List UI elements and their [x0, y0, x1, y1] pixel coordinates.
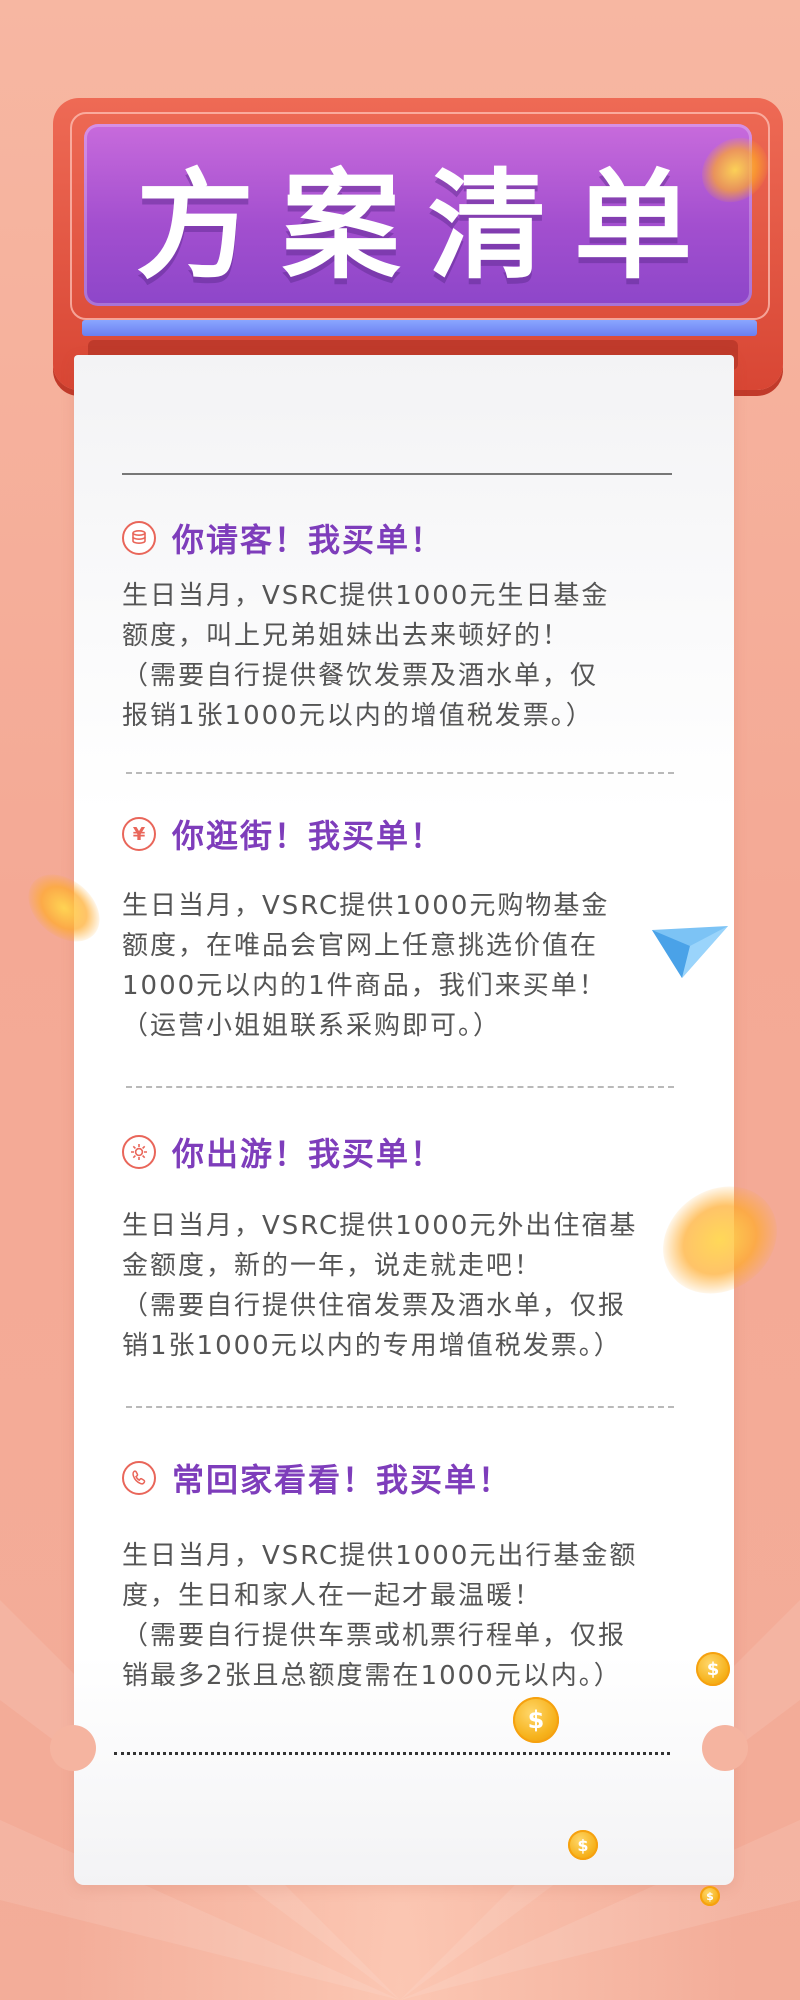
paper-plane-icon	[652, 926, 728, 978]
yen-icon: ¥	[122, 817, 156, 851]
coin-icon: $	[696, 1652, 730, 1686]
section-home: 常回家看看！我买单！ 生日当月，VSRC提供1000元出行基金额 度，生日和家人…	[122, 1456, 702, 1696]
section-treat: 你请客！我买单！ 生日当月，VSRC提供1000元生日基金 额度，叫上兄弟姐妹出…	[122, 516, 702, 736]
body-line: （需要自行提供餐饮发票及酒水单，仅	[122, 661, 599, 691]
section-body: 生日当月，VSRC提供1000元生日基金 额度，叫上兄弟姐妹出去来顿好的！ （需…	[122, 576, 702, 736]
section-title: 你请客！我买单！	[172, 521, 445, 559]
coin-icon: $	[513, 1697, 559, 1743]
section-shopping: ¥ 你逛街！我买单！ 生日当月，VSRC提供1000元购物基金 额度，在唯品会官…	[122, 812, 702, 1046]
section-divider	[126, 1086, 674, 1088]
section-title: 常回家看看！我买单！	[172, 1461, 513, 1499]
section-divider	[126, 772, 674, 774]
sun-icon	[122, 1135, 156, 1169]
title-underline-bar	[82, 320, 757, 336]
body-line: 生日当月，VSRC提供1000元出行基金额	[122, 1541, 638, 1571]
body-line: 销1张1000元以内的专用增值税发票。）	[122, 1331, 622, 1361]
phone-icon	[122, 1461, 156, 1495]
body-line: 报销1张1000元以内的增值税发票。）	[122, 701, 594, 731]
scroll-notch-right	[702, 1725, 748, 1771]
bottom-divider	[114, 1752, 670, 1755]
section-title: 你出游！我买单！	[172, 1135, 445, 1173]
body-line: 生日当月，VSRC提供1000元外出住宿基	[122, 1211, 638, 1241]
body-line: 金额度，新的一年，说走就走吧！	[122, 1251, 543, 1281]
body-line: （需要自行提供住宿发票及酒水单，仅报	[122, 1291, 627, 1321]
section-title: 你逛街！我买单！	[172, 817, 445, 855]
page-title: 方案清单	[135, 156, 720, 295]
coin-icon: $	[700, 1886, 720, 1906]
body-line: 额度，叫上兄弟姐妹出去来顿好的！	[122, 621, 571, 651]
body-line: （需要自行提供车票或机票行程单，仅报	[122, 1621, 627, 1651]
coins-stack-icon	[122, 521, 156, 555]
title-banner: 方案清单	[84, 124, 752, 306]
body-line: （运营小姐姐联系采购即可。）	[122, 1011, 502, 1041]
top-divider	[122, 473, 672, 475]
body-line: 生日当月，VSRC提供1000元购物基金	[122, 891, 610, 921]
section-body: 生日当月，VSRC提供1000元购物基金 额度，在唯品会官网上任意挑选价值在 1…	[122, 886, 702, 1046]
section-travel: 你出游！我买单！ 生日当月，VSRC提供1000元外出住宿基 金额度，新的一年，…	[122, 1130, 702, 1366]
body-line: 度，生日和家人在一起才最温暖！	[122, 1581, 543, 1611]
body-line: 销最多2张且总额度需在1000元以内。）	[122, 1661, 622, 1691]
body-line: 1000元以内的1件商品，我们来买单！	[122, 971, 607, 1001]
section-body: 生日当月，VSRC提供1000元出行基金额 度，生日和家人在一起才最温暖！ （需…	[122, 1536, 702, 1696]
section-body: 生日当月，VSRC提供1000元外出住宿基 金额度，新的一年，说走就走吧！ （需…	[122, 1206, 702, 1366]
scroll-notch-left	[50, 1725, 96, 1771]
section-divider	[126, 1406, 674, 1408]
coin-icon: $	[568, 1830, 598, 1860]
body-line: 额度，在唯品会官网上任意挑选价值在	[122, 931, 599, 961]
body-line: 生日当月，VSRC提供1000元生日基金	[122, 581, 610, 611]
